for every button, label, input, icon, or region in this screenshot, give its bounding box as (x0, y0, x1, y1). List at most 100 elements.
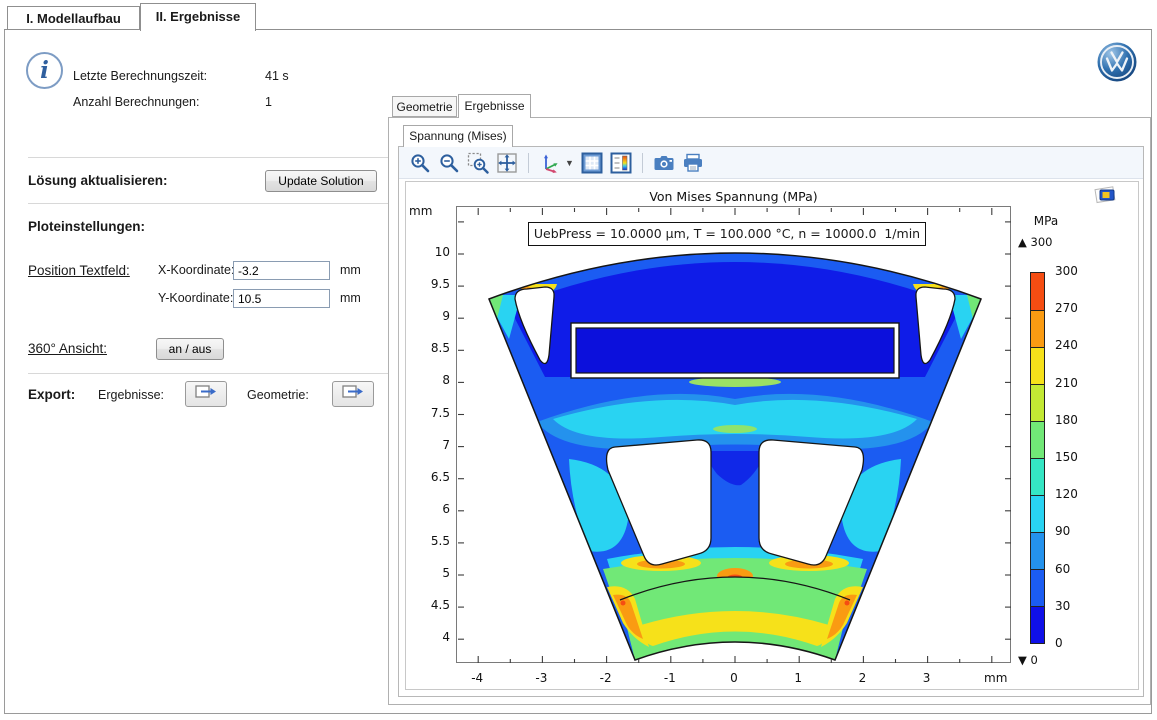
camera-icon[interactable] (653, 152, 675, 174)
y-tick-label: 10 (406, 245, 450, 259)
plot-annotation: UebPress = 10.0000 µm, T = 100.000 °C, n… (528, 222, 926, 246)
plot-settings-heading: Ploteinstellungen: (28, 219, 145, 234)
export-geometry-button[interactable] (332, 381, 374, 407)
zoom-out-icon[interactable] (438, 152, 460, 174)
x-tick-label: 3 (907, 671, 947, 685)
export-results-label: Ergebnisse: (98, 388, 164, 402)
plot-axes (456, 206, 1011, 663)
divider (28, 373, 388, 374)
colorbar-tick-label: 60 (1055, 562, 1095, 576)
plot-graphics-area[interactable]: Von Mises Spannung (MPa) mm mm (405, 181, 1139, 690)
x-tick-label: 2 (842, 671, 882, 685)
y-tick-label: 6.5 (406, 470, 450, 484)
window-border-bottom (4, 713, 1152, 714)
x-coordinate-label: X-Koordinate: (158, 263, 234, 277)
y-tick-label: 4.5 (406, 598, 450, 612)
axes-orientation-icon[interactable] (539, 152, 561, 174)
x-tick-label: -1 (650, 671, 690, 685)
colorbar-segment (1031, 495, 1044, 532)
y-tick-label: 5 (406, 566, 450, 580)
y-tick-label: 5.5 (406, 534, 450, 548)
x-tick-label: -3 (521, 671, 561, 685)
tab-ergebnisse[interactable]: II. Ergebnisse (140, 3, 256, 31)
colorbar-tick-label: 240 (1055, 338, 1095, 352)
y-tick-label: 4 (406, 630, 450, 644)
colorbar-segment (1031, 273, 1044, 310)
y-unit-label: mm (340, 291, 361, 305)
computation-count-value: 1 (265, 95, 272, 109)
colorbar-tick-label: 90 (1055, 524, 1095, 538)
grid-icon[interactable] (581, 152, 603, 174)
y-tick-label: 7.5 (406, 406, 450, 420)
print-icon[interactable] (682, 152, 704, 174)
y-tick-label: 8.5 (406, 341, 450, 355)
colorbar-tick-label: 180 (1055, 413, 1095, 427)
export-heading: Export: (28, 387, 75, 402)
colorbar-segment (1031, 569, 1044, 606)
computation-count-label: Anzahl Berechnungen: (73, 95, 199, 109)
colorbar-segment (1031, 384, 1044, 421)
y-tick-label: 7 (406, 438, 450, 452)
colorbar-tick-label: 210 (1055, 376, 1095, 390)
plot-toolbar: ▼ (399, 147, 1143, 179)
last-computation-value: 41 s (265, 69, 289, 83)
info-icon: i (26, 52, 63, 89)
x-tick-label: 0 (714, 671, 754, 685)
x-coordinate-input[interactable] (233, 261, 330, 280)
colorbar-segment (1031, 458, 1044, 495)
y-coordinate-input[interactable] (233, 289, 330, 308)
colorbar-tick-label: 30 (1055, 599, 1095, 613)
colorbar-tick-label: 150 (1055, 450, 1095, 464)
y-axis-unit: mm (409, 204, 451, 218)
colorbar (1030, 272, 1045, 644)
tab-modellaufbau[interactable]: I. Modellaufbau (7, 6, 140, 30)
colorbar-tick-label: 120 (1055, 487, 1095, 501)
export-icon (342, 383, 364, 406)
export-geometry-label: Geometrie: (247, 388, 309, 402)
zoom-in-icon[interactable] (409, 152, 431, 174)
y-tick-label: 8 (406, 373, 450, 387)
colorbar-segment (1031, 532, 1044, 569)
axes-dropdown-caret[interactable]: ▼ (565, 158, 574, 168)
divider (28, 203, 388, 204)
plot-thumbnail-icon[interactable] (1093, 184, 1119, 206)
y-tick-label: 9.5 (406, 277, 450, 291)
x-tick-label: -2 (586, 671, 626, 685)
export-results-button[interactable] (185, 381, 227, 407)
colorbar-segment (1031, 310, 1044, 347)
update-solution-button[interactable]: Update Solution (265, 170, 377, 192)
export-icon (195, 383, 217, 406)
tab-spannung-mises[interactable]: Spannung (Mises) (403, 125, 513, 147)
legend-icon[interactable] (610, 152, 632, 174)
y-tick-label: 9 (406, 309, 450, 323)
x-tick-label: 1 (778, 671, 818, 685)
divider (28, 157, 388, 158)
tab-results[interactable]: Ergebnisse (458, 94, 531, 118)
stress-contour-plot (457, 207, 1012, 664)
update-solution-label: Lösung aktualisieren: (28, 173, 168, 188)
colorbar-tick-label: 0 (1055, 636, 1095, 650)
x-tick-label: -4 (457, 671, 497, 685)
app-window: I. Modellaufbau II. Ergebnisse i Letzte … (0, 0, 1157, 720)
colorbar-segment (1031, 421, 1044, 458)
zoom-box-icon[interactable] (467, 152, 489, 174)
plot-title: Von Mises Spannung (MPa) (456, 189, 1011, 204)
colorbar-max-marker: ▲ 300 (1018, 235, 1052, 249)
textfield-position-label: Position Textfeld: (28, 263, 130, 278)
y-tick-label: 6 (406, 502, 450, 516)
toolbar-separator (642, 153, 643, 173)
colorbar-tick-label: 270 (1055, 301, 1095, 315)
colorbar-segment (1031, 347, 1044, 384)
colorbar-min-marker: ▼ 0 (1018, 653, 1038, 667)
view-360-label: 360° Ansicht: (28, 341, 107, 356)
colorbar-unit: MPa (1021, 214, 1071, 228)
y-coordinate-label: Y-Koordinate: (158, 291, 233, 305)
zoom-extents-icon[interactable] (496, 152, 518, 174)
last-computation-label: Letzte Berechnungszeit: (73, 69, 207, 83)
tab-geometrie[interactable]: Geometrie (392, 96, 457, 117)
window-border-right (1151, 29, 1152, 714)
colorbar-segment (1031, 606, 1044, 643)
view-360-toggle-button[interactable]: an / aus (156, 338, 224, 360)
toolbar-separator (528, 153, 529, 173)
x-axis-unit: mm (984, 671, 1014, 685)
